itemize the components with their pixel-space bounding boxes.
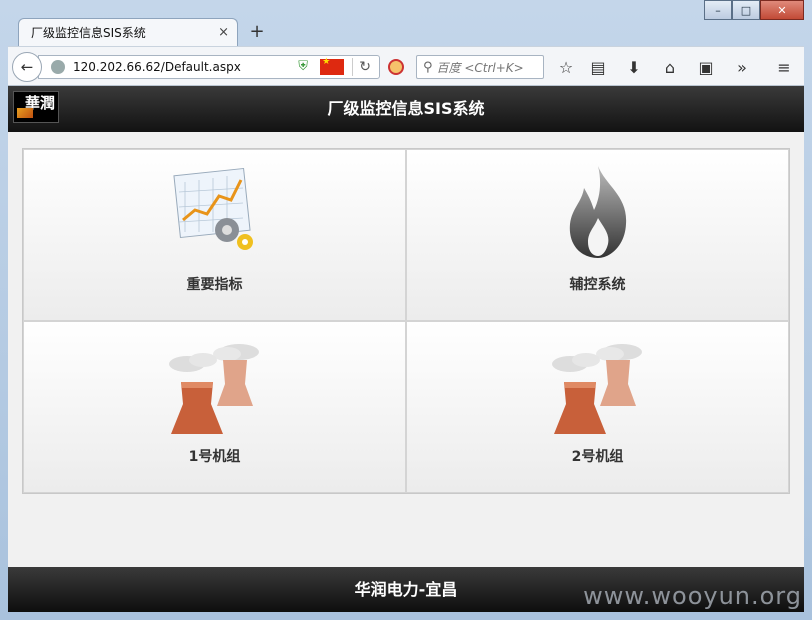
- cooling-tower-icon: [551, 344, 642, 434]
- browser-tab[interactable]: 厂级监控信息SIS系统 ×: [18, 18, 238, 46]
- shield-icon[interactable]: ⛨: [298, 60, 312, 74]
- tile-label: 1号机组: [188, 449, 241, 465]
- browser-window: – □ ✕ 厂级监控信息SIS系统 × + 120.202.66.62/Defa…: [0, 0, 812, 620]
- watermark: www.wooyun.org: [583, 582, 802, 610]
- tile-label: 2号机组: [571, 449, 624, 465]
- url-text[interactable]: 120.202.66.62/Default.aspx: [73, 60, 298, 74]
- new-tab-button[interactable]: +: [246, 20, 268, 42]
- search-placeholder: 百度 <Ctrl+K>: [436, 60, 524, 75]
- page-title: 厂级监控信息SIS系统: [327, 99, 485, 118]
- url-bar[interactable]: 120.202.66.62/Default.aspx ⛨ ↻: [38, 55, 380, 79]
- tile-label: 重要指标: [186, 277, 243, 293]
- menu-icon[interactable]: ≡: [774, 57, 794, 77]
- home-icon[interactable]: ⌂: [660, 57, 680, 77]
- tab-title: 厂级监控信息SIS系统: [31, 26, 146, 40]
- overflow-icon[interactable]: »: [732, 57, 752, 77]
- back-button[interactable]: ←: [12, 52, 42, 82]
- tile-auxiliary-control[interactable]: 辅控系统: [406, 149, 789, 321]
- divider: [352, 58, 354, 76]
- tile-key-indicators[interactable]: 重要指标: [23, 149, 406, 321]
- tile-unit-2[interactable]: 2号机组: [406, 321, 789, 493]
- noscript-icon[interactable]: [388, 59, 404, 75]
- tab-strip: 厂级监控信息SIS系统 × +: [8, 14, 804, 46]
- globe-icon: [51, 60, 65, 74]
- reading-list-icon[interactable]: ▤: [588, 57, 608, 77]
- download-icon[interactable]: ⬇: [624, 57, 644, 77]
- tile-unit-1[interactable]: 1号机组: [23, 321, 406, 493]
- web-page: 華潤 厂级监控信息SIS系统 重要指标 辅控系统 1号机组 2号机组 华润电力-…: [8, 86, 804, 612]
- flag-icon: [320, 57, 345, 75]
- arrow-left-icon: ←: [20, 58, 34, 76]
- search-box[interactable]: ⚲ 百度 <Ctrl+K>: [416, 55, 544, 79]
- tile-label: 辅控系统: [569, 277, 626, 293]
- cooling-tower-icon: [168, 344, 259, 434]
- reload-icon[interactable]: ↻: [359, 59, 371, 75]
- menu-grid: 重要指标 辅控系统 1号机组 2号机组: [22, 148, 790, 494]
- reader-icon[interactable]: ▣: [696, 57, 716, 77]
- flame-icon: [569, 166, 626, 258]
- site-header: 華潤 厂级监控信息SIS系统: [8, 86, 804, 132]
- tab-close-icon[interactable]: ×: [218, 25, 229, 40]
- star-icon[interactable]: ☆: [556, 57, 576, 77]
- chart-gear-icon: [172, 167, 253, 250]
- nav-toolbar: 120.202.66.62/Default.aspx ⛨ ↻ ← ⚲ 百度 <C…: [8, 46, 804, 86]
- search-icon: ⚲: [423, 59, 433, 75]
